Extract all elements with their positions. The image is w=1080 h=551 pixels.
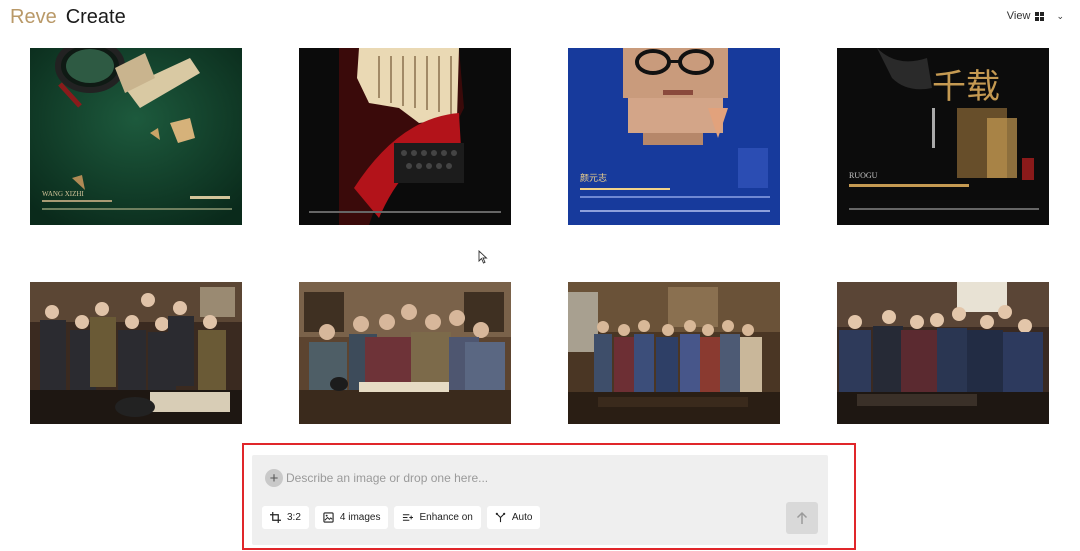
top-bar: Reve Create View ⌄	[0, 0, 1080, 38]
mouse-pointer-icon	[478, 250, 488, 264]
add-image-button[interactable]: +	[265, 469, 283, 487]
thumbnail-6[interactable]	[299, 282, 511, 424]
option-chips: 3:2 4 images Enhance on Auto	[262, 506, 541, 529]
poster-title: WANG XIZHI	[42, 190, 84, 198]
poster-image: 颜元志	[568, 48, 780, 225]
prompt-input[interactable]	[286, 469, 756, 487]
enhance-icon	[403, 514, 414, 521]
model-label: Auto	[511, 512, 533, 523]
view-toggle-button[interactable]: View ⌄	[1007, 10, 1064, 22]
prompt-composer: + 3:2 4 images Enhance on Auto	[252, 455, 828, 545]
image-count-label: 4 images	[339, 512, 381, 523]
thumbnail-4[interactable]: 千载 RUOGU	[837, 48, 1049, 225]
poster-title: 千载	[932, 67, 1000, 107]
arrow-up-icon	[796, 511, 808, 524]
chevron-down-icon: ⌄	[1056, 10, 1064, 21]
thumbnail-1[interactable]: WANG XIZHI	[30, 48, 242, 225]
thumbnail-5[interactable]	[30, 282, 242, 424]
crop-icon	[270, 512, 281, 523]
submit-button[interactable]	[786, 502, 818, 534]
aspect-ratio-button[interactable]: 3:2	[262, 506, 309, 529]
group-photo-image	[837, 282, 1049, 424]
grid-icon	[1035, 11, 1045, 21]
images-icon	[323, 512, 334, 523]
group-photo-image	[299, 282, 511, 424]
thumbnail-7[interactable]	[568, 282, 780, 424]
model-select-button[interactable]: Auto	[486, 506, 541, 529]
aspect-ratio-label: 3:2	[287, 512, 301, 523]
enhance-label: Enhance on	[419, 512, 473, 523]
group-photo-image	[568, 282, 780, 424]
poster-subtitle: RUOGU	[849, 171, 878, 180]
poster-image	[299, 48, 511, 225]
enhance-toggle-button[interactable]: Enhance on	[394, 506, 481, 529]
poster-title: 颜元志	[580, 172, 607, 184]
group-photo-image	[30, 282, 242, 424]
thumbnail-8[interactable]	[837, 282, 1049, 424]
thumbnail-2[interactable]	[299, 48, 511, 225]
poster-image: 千载 RUOGU	[837, 48, 1049, 225]
brand: Reve Create	[10, 6, 126, 29]
image-count-button[interactable]: 4 images	[314, 506, 389, 529]
brand-logo[interactable]: Reve	[10, 6, 57, 29]
page-title: Create	[65, 6, 126, 28]
view-label: View	[1006, 10, 1031, 22]
poster-image: WANG XIZHI	[30, 48, 242, 225]
plus-icon: +	[269, 469, 279, 487]
thumbnail-3[interactable]: 颜元志	[568, 48, 780, 225]
model-icon	[495, 512, 506, 523]
